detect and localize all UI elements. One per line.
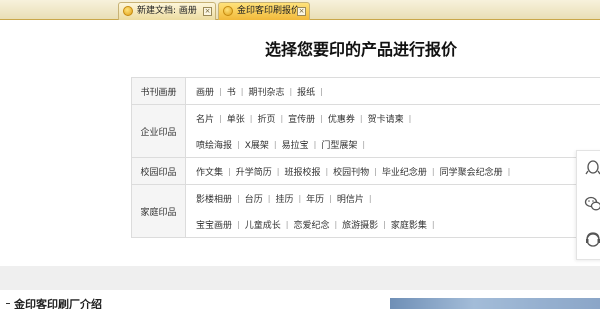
category-items: 影楼相册 | 台历 | 挂历 | 年历 | 明信片 | 宝宝画册 | 儿童成长 | 恋爱纪念 | 旅游摄影 | 家庭… (186, 185, 600, 237)
product-link[interactable]: 折页 (257, 112, 275, 125)
separator: | (374, 166, 377, 176)
product-link[interactable]: 儿童成长 (245, 218, 281, 231)
section-title: 金印客印刷厂介绍 (14, 298, 102, 309)
separator: | (219, 113, 222, 123)
category-label: 校园印品 (131, 158, 186, 184)
category-label: 家庭印品 (131, 185, 186, 237)
separator: | (334, 219, 338, 229)
product-link[interactable]: 恋爱纪念 (293, 218, 329, 231)
separator: | (313, 139, 317, 149)
product-link[interactable]: 期刊杂志 (248, 85, 284, 98)
category-row: 校园印品 作文集 | 升学简历 | 班报校报 | 校园刊物 | 毕业纪念册 | 同学聚会纪念册 | (131, 158, 600, 185)
separator: | (228, 166, 231, 176)
item-line: 作文集 | 升学简历 | 班报校报 | 校园刊物 | 毕业纪念册 | 同学聚会纪念册 | (196, 158, 600, 184)
separator: | (383, 219, 386, 229)
separator: | (325, 166, 329, 176)
separator: | (329, 193, 332, 203)
gold-coin-icon (223, 6, 233, 16)
product-link[interactable]: 家庭影集 (391, 218, 427, 231)
product-link[interactable]: 旅游摄影 (342, 218, 378, 231)
page-title: 选择您要印的产品进行报价 (264, 40, 457, 59)
tab-new-document[interactable]: 新建文档: 画册 × (118, 2, 216, 20)
separator: | (507, 166, 511, 176)
product-link[interactable]: 影楼相册 (196, 192, 232, 205)
qq-icon[interactable] (584, 159, 600, 177)
close-icon[interactable]: × (203, 7, 212, 16)
close-icon[interactable]: × (297, 7, 306, 16)
category-row: 企业印品 名片 | 单张 | 折页 | 宣传册 | 优惠券 | 贺卡请柬 | 喷绘海报 | X展架 | 易拉宝 | 门… (131, 105, 600, 158)
separator: | (362, 139, 366, 149)
category-label: 书刊画册 (131, 78, 186, 104)
separator: | (276, 166, 280, 176)
item-line: 喷绘海报 | X展架 | 易拉宝 | 门型展架 | (196, 131, 600, 157)
product-link[interactable]: 贺卡请柬 (368, 112, 404, 125)
product-link[interactable]: 明信片 (337, 192, 364, 205)
separator: | (289, 86, 293, 96)
product-link[interactable]: 书 (227, 85, 236, 98)
wechat-icon[interactable] (584, 195, 600, 213)
product-link[interactable]: 单张 (227, 112, 245, 125)
customer-service-icon[interactable] (584, 231, 600, 249)
product-link[interactable]: 升学简历 (236, 165, 272, 178)
product-link[interactable]: 班报校报 (284, 165, 320, 178)
product-link[interactable]: 宝宝画册 (196, 218, 232, 231)
separator: | (237, 219, 240, 229)
category-items: 画册 | 书 | 期刊杂志 | 报纸 | (186, 78, 600, 104)
separator: | (267, 193, 271, 203)
tab-label: 金印客印刷报价 (237, 6, 301, 16)
separator: | (280, 113, 284, 123)
separator: | (431, 219, 435, 229)
separator: | (320, 86, 323, 96)
product-link[interactable]: 台历 (245, 192, 263, 205)
product-link[interactable]: 同学聚会纪念册 (440, 165, 503, 178)
separator: | (237, 193, 240, 203)
product-link[interactable]: 校园刊物 (333, 165, 369, 178)
factory-image (390, 298, 600, 309)
category-row: 家庭印品 影楼相册 | 台历 | 挂历 | 年历 | 明信片 | 宝宝画册 | 儿童成长 | 恋爱纪念 | 旅游摄… (131, 185, 600, 238)
item-line: 影楼相册 | 台历 | 挂历 | 年历 | 明信片 | (196, 185, 600, 211)
separator: | (359, 113, 363, 123)
separator: | (273, 139, 277, 149)
product-link[interactable]: 宣传册 (288, 112, 315, 125)
product-link[interactable]: 作文集 (196, 165, 223, 178)
product-link[interactable]: 毕业纪念册 (382, 165, 427, 178)
separator: | (368, 193, 372, 203)
bullet (6, 303, 10, 304)
product-link[interactable]: 画册 (196, 85, 214, 98)
tab-quote[interactable]: 金印客印刷报价 × (218, 2, 310, 20)
separator: | (431, 166, 435, 176)
separator: | (219, 86, 222, 96)
floating-contact-bar (576, 150, 600, 260)
product-link[interactable]: 报纸 (297, 85, 315, 98)
category-row: 书刊画册 画册 | 书 | 期刊杂志 | 报纸 | (131, 78, 600, 105)
item-line: 画册 | 书 | 期刊杂志 | 报纸 | (196, 78, 600, 104)
product-link[interactable]: 易拉宝 (282, 138, 309, 151)
gold-coin-icon (123, 6, 133, 16)
product-link[interactable]: 优惠券 (328, 112, 355, 125)
page-title-wrap: 选择您要印的产品进行报价 (0, 36, 600, 60)
separator: | (240, 86, 244, 96)
product-link[interactable]: 挂历 (275, 192, 293, 205)
category-label: 企业印品 (131, 105, 186, 157)
tab-label: 新建文档: 画册 (137, 6, 197, 16)
product-link[interactable]: 名片 (196, 112, 214, 125)
category-items: 名片 | 单张 | 折页 | 宣传册 | 优惠券 | 贺卡请柬 | 喷绘海报 | X展架 | 易拉宝 | 门型展架 | (186, 105, 600, 157)
product-link[interactable]: X展架 (245, 138, 269, 151)
separator: | (237, 139, 240, 149)
tab-bar: 新建文档: 画册 × 金印客印刷报价 × (0, 0, 600, 20)
product-link[interactable]: 门型展架 (321, 138, 357, 151)
separator: | (249, 113, 253, 123)
item-line: 宝宝画册 | 儿童成长 | 恋爱纪念 | 旅游摄影 | 家庭影集 | (196, 211, 600, 237)
item-line: 名片 | 单张 | 折页 | 宣传册 | 优惠券 | 贺卡请柬 | (196, 105, 600, 131)
separator: | (298, 193, 302, 203)
separator: | (320, 113, 323, 123)
separator: | (408, 113, 412, 123)
separator: | (285, 219, 289, 229)
product-link[interactable]: 年历 (306, 192, 324, 205)
category-table: 书刊画册 画册 | 书 | 期刊杂志 | 报纸 | 企业印品 名片 | 单张 | 折页 | 宣传册 | 优惠券 | 贺卡… (131, 77, 600, 238)
section-divider (0, 266, 600, 290)
category-items: 作文集 | 升学简历 | 班报校报 | 校园刊物 | 毕业纪念册 | 同学聚会纪念册 | (186, 158, 600, 184)
product-link[interactable]: 喷绘海报 (196, 138, 232, 151)
